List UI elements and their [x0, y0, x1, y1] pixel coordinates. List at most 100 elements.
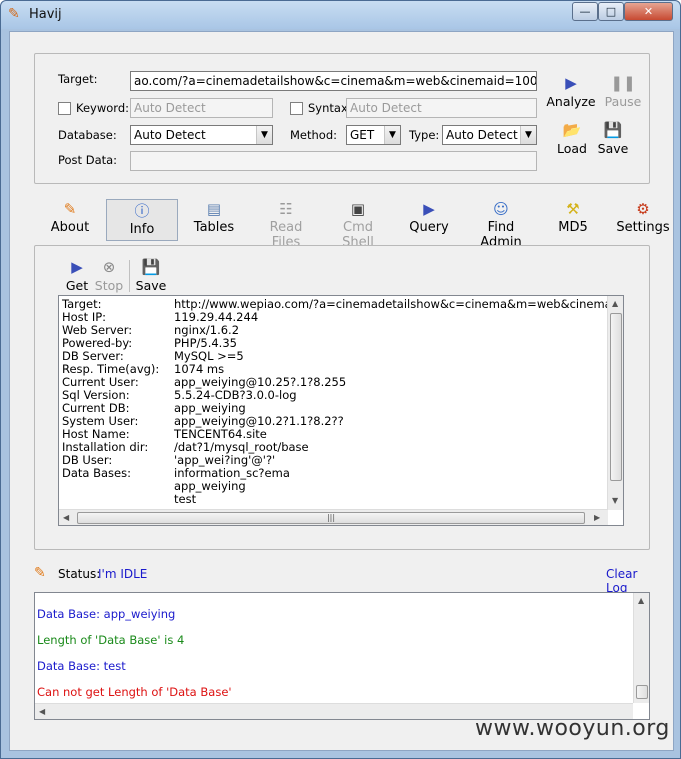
syntax-input[interactable]: Auto Detect [346, 98, 537, 118]
play-icon: ▶ [565, 74, 577, 92]
scroll-thumb[interactable] [610, 313, 622, 481]
save-info-button[interactable]: 💾 Save [134, 258, 168, 293]
type-select[interactable]: Auto Detect ▼ [442, 125, 537, 145]
method-select-value: GET [350, 128, 375, 142]
tab-read-files[interactable]: ☷ Read Files [254, 200, 318, 250]
database-select-value: Auto Detect [134, 128, 206, 142]
play-icon: ▶ [71, 258, 83, 276]
target-label: Target: [58, 72, 98, 86]
tab-md5[interactable]: ⚒ MD5 [551, 200, 595, 240]
tab-settings-label: Settings [616, 220, 670, 235]
maximize-button[interactable]: □ [598, 2, 624, 21]
method-select[interactable]: GET ▼ [346, 125, 401, 145]
title-bar[interactable]: ✎ Havij — □ ✕ [1, 1, 680, 29]
scroll-thumb[interactable]: ||| [77, 512, 585, 524]
carrot-icon: ✎ [34, 565, 46, 581]
stop-icon: ⊗ [102, 258, 116, 276]
load-button[interactable]: 📂 Load [553, 121, 591, 156]
table-icon: ▤ [206, 200, 222, 218]
chevron-down-icon: ▼ [384, 126, 400, 144]
analyze-button[interactable]: ▶ Analyze [543, 74, 599, 109]
scroll-up-icon[interactable]: ▲ [612, 299, 618, 308]
save-info-label: Save [135, 278, 167, 293]
tab-about[interactable]: ✎ About [44, 200, 96, 240]
postdata-label: Post Data: [58, 153, 118, 167]
client-area: Target: ao.com/?a=cinemadetailshow&c=cin… [9, 31, 674, 751]
database-select[interactable]: Auto Detect ▼ [130, 125, 273, 145]
toolbar-separator [129, 260, 130, 292]
type-select-value: Auto Detect [446, 128, 518, 142]
syntax-checkbox[interactable] [290, 102, 303, 115]
window-title: Havij [29, 7, 62, 22]
tab-about-label: About [50, 220, 90, 235]
info-textbox[interactable]: Target: http://www.wepiao.com/?a=cinemade… [58, 295, 624, 526]
file-icon: ☷ [279, 200, 293, 218]
keyword-input[interactable]: Auto Detect [130, 98, 273, 118]
info-key: Data Bases: [62, 466, 131, 480]
status-value: I'm IDLE [98, 567, 148, 581]
status-label: Status: [58, 567, 101, 581]
info-horizontal-scrollbar[interactable]: ◀ ||| ▶ [59, 509, 608, 525]
info-value: test [174, 492, 197, 506]
get-label: Get [65, 278, 89, 293]
target-panel: Target: ao.com/?a=cinemadetailshow&c=cin… [34, 53, 650, 184]
load-label: Load [557, 141, 587, 156]
scroll-left-icon[interactable]: ◀ [39, 707, 45, 716]
chevron-down-icon: ▼ [520, 126, 536, 144]
keyword-checkbox[interactable] [58, 102, 71, 115]
pause-icon: ❚❚ [610, 74, 636, 92]
tab-tables-label: Tables [193, 220, 235, 235]
tab-settings[interactable]: ⚙ Settings [616, 200, 670, 240]
chevron-down-icon: ▼ [256, 126, 272, 144]
tab-cmd-shell[interactable]: ▣ Cmd Shell [326, 200, 390, 250]
method-label: Method: [290, 128, 338, 142]
info-icon: ⓘ [134, 202, 150, 220]
pause-label: Pause [604, 94, 642, 109]
tab-md5-label: MD5 [558, 220, 588, 235]
tab-query-label: Query [409, 220, 449, 235]
tab-query[interactable]: ▶ Query [406, 200, 452, 240]
clear-log-link[interactable]: Clear Log [606, 567, 654, 595]
scroll-down-icon[interactable]: ▼ [612, 496, 618, 505]
status-bar: ✎ Status: I'm IDLE Clear Log [34, 565, 654, 595]
log-textbox[interactable]: Data Base: app_weiying Length of 'Data B… [34, 592, 650, 720]
stop-button[interactable]: ⊗ Stop [93, 258, 125, 293]
carrot-icon: ✎ [63, 200, 77, 218]
pause-button[interactable]: ❚❚ Pause [600, 74, 646, 109]
gear-icon: ⚙ [636, 200, 650, 218]
floppy-disk-icon: 💾 [603, 121, 623, 139]
analyze-label: Analyze [546, 94, 596, 109]
tab-info[interactable]: ⓘ Info [106, 199, 178, 241]
type-label: Type: [409, 128, 440, 142]
target-input[interactable]: ao.com/?a=cinemadetailshow&c=cinema&m=we… [130, 71, 537, 91]
keyword-label: Keyword: [76, 101, 129, 115]
database-label: Database: [58, 128, 117, 142]
tab-find-admin[interactable]: ☺ Find Admin [465, 200, 537, 250]
get-button[interactable]: ▶ Get [62, 258, 92, 293]
floppy-disk-icon: 💾 [141, 258, 161, 276]
admin-user-icon: ☺ [493, 200, 509, 218]
query-icon: ▶ [423, 200, 435, 218]
scroll-thumb[interactable] [636, 685, 648, 699]
app-window: ✎ Havij — □ ✕ Target: ao.com/?a=cinemade… [0, 0, 681, 759]
close-button[interactable]: ✕ [624, 2, 673, 21]
folder-open-icon: 📂 [562, 121, 582, 139]
scroll-up-icon[interactable]: ▲ [638, 596, 644, 605]
scroll-left-icon[interactable]: ◀ [63, 513, 69, 522]
log-vertical-scrollbar[interactable]: ▲ [633, 593, 649, 703]
log-line: Data Base: test [37, 659, 126, 673]
log-line: Can not get Length of 'Data Base' [37, 685, 232, 699]
save-target-button[interactable]: 💾 Save [595, 121, 631, 156]
hammer-icon: ⚒ [566, 200, 580, 218]
tab-info-label: Info [129, 222, 155, 237]
postdata-input[interactable] [130, 151, 537, 171]
info-vertical-scrollbar[interactable]: ▲ ▼ [607, 296, 623, 510]
terminal-icon: ▣ [350, 200, 366, 218]
watermark: www.wooyun.org [475, 716, 670, 741]
minimize-button[interactable]: — [572, 2, 598, 21]
stop-label: Stop [94, 278, 124, 293]
havij-icon: ✎ [8, 6, 20, 22]
scroll-right-icon[interactable]: ▶ [594, 513, 600, 522]
save-target-label: Save [597, 141, 629, 156]
tab-tables[interactable]: ▤ Tables [188, 200, 240, 240]
